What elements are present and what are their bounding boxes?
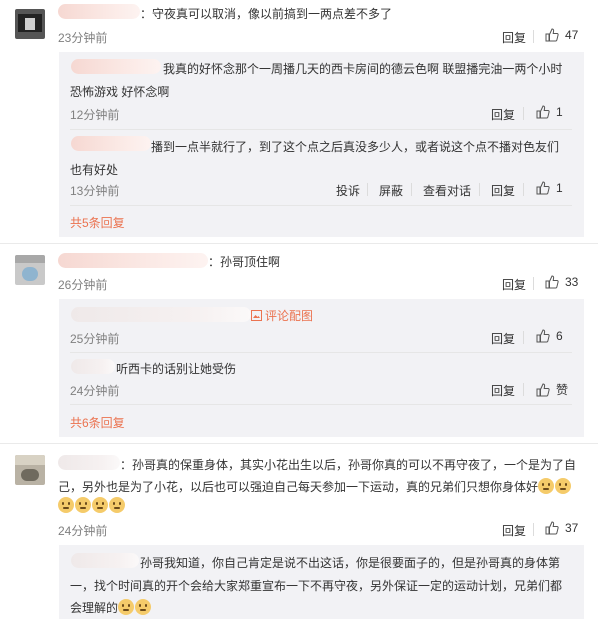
- reply-time: 24分钟前: [70, 384, 120, 398]
- more-replies-link[interactable]: 共6条回复: [70, 414, 125, 431]
- comment-text: ：孙哥真的保重身体，其实小花出生以后，孙哥你真的可以不再守夜了，一个是为了自: [120, 458, 577, 472]
- like-button[interactable]: 33: [545, 275, 578, 289]
- comment-time: 26分钟前: [58, 278, 108, 292]
- divider: [523, 107, 524, 120]
- reply-button[interactable]: 回复: [491, 106, 515, 123]
- comment-time: 24分钟前: [58, 524, 108, 538]
- divider: [523, 183, 524, 196]
- like-count: 1: [556, 181, 563, 195]
- thumbs-up-icon: [536, 105, 550, 119]
- block-button[interactable]: 屏蔽: [379, 182, 403, 199]
- comment-text: 己，另外也是为了小花，以后也可以强迫自己每天参加一下运动，真的兄弟们只想你身体好: [58, 478, 572, 495]
- username[interactable]: [58, 455, 120, 470]
- like-count: 47: [565, 28, 579, 42]
- divider: [533, 277, 534, 290]
- thumbs-up-icon: [545, 521, 559, 535]
- reply-text: 孙哥我知道，你自己肯定是说不出这话，你是很要面子的，但是孙哥真的身体第: [140, 556, 561, 570]
- like-button[interactable]: 37: [545, 521, 578, 535]
- reply-box: 孙哥我知道，你自己肯定是说不出这话，你是很要面子的，但是孙哥真的身体第 一，找个…: [59, 545, 584, 619]
- comment-divider: [0, 443, 598, 444]
- like-button[interactable]: 1: [536, 181, 563, 195]
- like-button[interactable]: 47: [545, 28, 578, 42]
- comment-text: ：孙哥顶住啊: [208, 255, 281, 269]
- divider: [533, 523, 534, 536]
- username[interactable]: [71, 136, 151, 151]
- reply-text: 听西卡的话别让她受伤: [116, 362, 237, 376]
- username[interactable]: [58, 253, 208, 268]
- pleading-face-icon: [118, 599, 135, 615]
- comment-time: 23分钟前: [58, 31, 108, 45]
- thumbs-up-icon: [536, 383, 550, 397]
- reply-button[interactable]: 回复: [491, 330, 515, 347]
- reply-text: 播到一点半就行了，到了这个点之后真没多少人，或者说这个点不播对色友们: [151, 140, 560, 154]
- divider: [523, 331, 524, 344]
- reply-button[interactable]: 回复: [502, 276, 526, 293]
- divider: [479, 183, 480, 196]
- reply-time: 12分钟前: [70, 108, 120, 122]
- reply-button[interactable]: 回复: [491, 382, 515, 399]
- pleading-face-icon: [135, 599, 152, 615]
- comment-image-badge[interactable]: 评论配图: [251, 307, 313, 324]
- pleading-face-icon: [92, 497, 108, 513]
- divider: [70, 205, 572, 206]
- comment-divider: [0, 243, 598, 244]
- pleading-face-icon: [75, 497, 91, 513]
- like-button[interactable]: 1: [536, 105, 563, 119]
- username[interactable]: [71, 553, 139, 568]
- divider: [533, 30, 534, 43]
- username[interactable]: [71, 59, 161, 74]
- more-replies-link[interactable]: 共5条回复: [70, 214, 125, 231]
- divider: [523, 383, 524, 396]
- view-conversation-button[interactable]: 查看对话: [423, 182, 471, 199]
- divider: [70, 352, 572, 353]
- thumbs-up-icon: [536, 181, 550, 195]
- thumbs-up-icon: [545, 28, 559, 42]
- reply-time: 25分钟前: [70, 332, 120, 346]
- reply-button[interactable]: 回复: [502, 29, 526, 46]
- divider: [367, 183, 368, 196]
- like-count: 37: [565, 521, 579, 535]
- username[interactable]: [71, 307, 251, 322]
- reply-button[interactable]: 回复: [491, 182, 515, 199]
- thumbs-up-icon: [545, 275, 559, 289]
- reply-text: 恐怖游戏 好怀念啊: [70, 85, 170, 99]
- like-label: 赞: [556, 383, 569, 397]
- divider: [70, 404, 572, 405]
- like-button[interactable]: 赞: [536, 381, 568, 398]
- reply-time: 13分钟前: [70, 184, 120, 198]
- image-icon: [251, 310, 262, 321]
- report-button[interactable]: 投诉: [336, 182, 360, 199]
- reply-button[interactable]: 回复: [502, 522, 526, 539]
- username[interactable]: [71, 359, 115, 374]
- reply-text: 也有好处: [70, 163, 119, 177]
- emoji-row: [58, 497, 126, 513]
- like-count: 1: [556, 105, 563, 119]
- thumbs-up-icon: [536, 329, 550, 343]
- username[interactable]: [58, 4, 140, 19]
- avatar[interactable]: [15, 455, 45, 485]
- pleading-face-icon: [109, 497, 125, 513]
- pleading-face-icon: [555, 478, 572, 494]
- like-count: 6: [556, 329, 563, 343]
- crying-face-icon: [538, 478, 555, 494]
- divider: [411, 183, 412, 196]
- avatar[interactable]: [15, 255, 45, 285]
- pleading-face-icon: [58, 497, 74, 513]
- like-count: 33: [565, 275, 579, 289]
- comment-text: ：守夜真可以取消，像以前搞到一两点差不多了: [140, 7, 393, 21]
- reply-text: 一，找个时间真的开个会给大家郑重宣布一下不再守夜，另外保证一定的运动计划，兄弟们…: [70, 579, 563, 593]
- reply-text: 会理解的: [70, 599, 152, 616]
- divider: [70, 129, 572, 130]
- reply-text: 我真的好怀念那个一周播几天的西卡房间的德云色啊 联盟播完油一两个小时: [163, 62, 563, 76]
- avatar[interactable]: [15, 9, 45, 39]
- like-button[interactable]: 6: [536, 329, 563, 343]
- reply-box: 评论配图 25分钟前 回复 6 听西卡的话别让她受伤 24分钟前 回复 赞 共6…: [59, 299, 584, 437]
- reply-box: 我真的好怀念那个一周播几天的西卡房间的德云色啊 联盟播完油一两个小时 恐怖游戏 …: [59, 52, 584, 237]
